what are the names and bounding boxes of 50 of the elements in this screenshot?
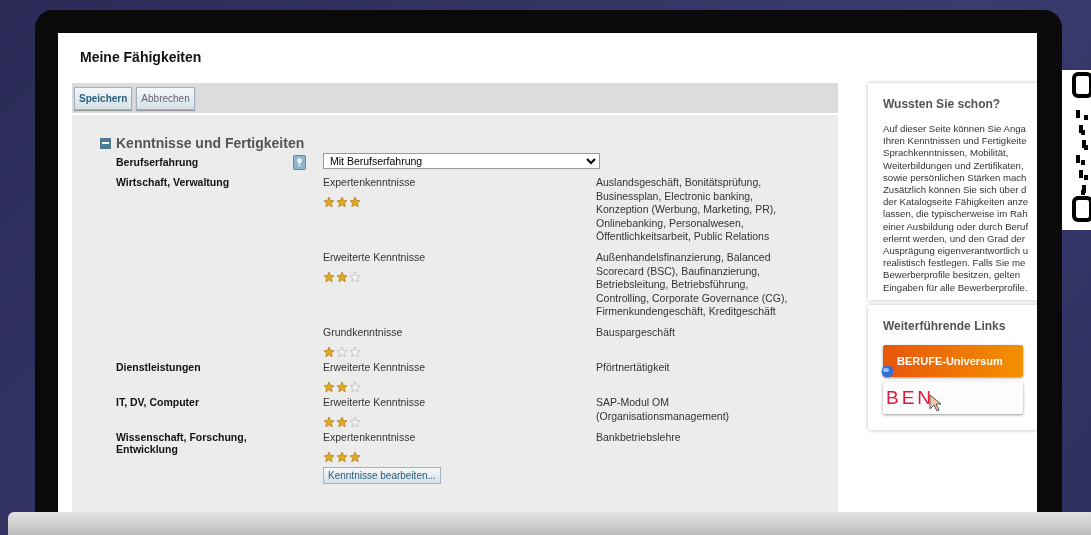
section-title: Kenntnisse und Fertigkeiten <box>116 135 305 151</box>
skill-level: Expertenkenntnisse <box>323 176 417 188</box>
edit-skills-button[interactable]: Kenntnisse bearbeiten... <box>323 466 441 484</box>
page-title: Meine Fähigkeiten <box>79 48 203 67</box>
info-text: Auf dieser Seite können Sie Anga Ihren Kenntnissen und Fertigkeite Sprachkenntnissen, Mobilität, Weiterbildungen und Zertifikaten, sowie persönlichen Stärken mach Zusätzlich können Sie sich über d der Katalogseite Fähigkeiten anze lassen, die typischerweise im Rah einer Ausbildung oder durch Beruf erlernt werden, und den Grad der Ausprägung eigenverantwortlich u realistisch festlegen. Falls Sie me Bewerberprofile besitzen, gelten Eingaben für alle Bewerberprofile. <box>883 123 1030 294</box>
category-label: Wirtschaft, Verwaltung <box>116 176 230 188</box>
category-label: IT, DV, Computer <box>116 395 200 408</box>
skill-level: Erweiterte Kenntnisse <box>323 395 427 408</box>
star-icon <box>336 380 348 393</box>
skill-list: Pförtnertätigkeit <box>596 357 792 393</box>
star-icon <box>323 380 335 393</box>
star-icon <box>336 415 348 428</box>
skill-level: Expertenkenntnisse <box>323 430 417 443</box>
field-label: Berufserfahrung <box>116 156 199 168</box>
collapse-icon[interactable] <box>100 137 111 149</box>
star-icon <box>323 270 335 283</box>
star-icon <box>323 450 335 463</box>
skill-level: Erweiterte Kenntnisse <box>323 250 427 263</box>
cursor-icon <box>929 393 943 412</box>
star-icon <box>349 415 361 428</box>
skill-level: Erweiterte Kenntnisse <box>323 360 427 373</box>
star-icon <box>336 270 348 283</box>
skill-list: Bankbetriebslehre <box>596 427 792 484</box>
cancel-button[interactable]: Abbrechen <box>136 86 195 110</box>
skill-list: SAP-Modul OM (Organisationsmanagement) <box>596 392 792 428</box>
skill-list: Auslandsgeschäft, Bonitätsprüfung, Businessplan, Electronic banking, Konzeption (Werbung, Marketing, PR), Onlinebanking, Personalwesen, Öffentlichkeitsarbeit, Public Relations <box>596 173 792 248</box>
star-icon <box>349 345 361 358</box>
ben-link[interactable]: BEN <box>883 381 1023 414</box>
star-icon <box>349 450 361 463</box>
berufe-link[interactable]: BERUFE-Universum <box>883 344 1023 377</box>
star-icon <box>336 450 348 463</box>
category-label: Dienstleistungen <box>116 360 201 373</box>
skill-level: Grundkenntnisse <box>323 325 404 338</box>
category-label: Wissenschaft, Forschung, Entwicklung <box>116 430 247 455</box>
star-icon <box>349 270 361 283</box>
star-icon <box>323 345 335 358</box>
experience-select[interactable]: Mit Berufserfahrung <box>323 153 600 169</box>
card-title: Weiterführende Links <box>883 318 1007 333</box>
star-icon <box>323 196 335 208</box>
star-icon <box>336 345 348 358</box>
star-icon <box>349 196 361 208</box>
star-icon <box>323 415 335 428</box>
star-icon <box>349 380 361 393</box>
star-icon <box>336 196 348 208</box>
card-title: Wussten Sie schon? <box>883 97 1002 111</box>
globe-icon <box>881 364 894 378</box>
skill-list: Bauspargeschäft <box>596 322 792 358</box>
save-button[interactable]: Speichern <box>74 86 133 110</box>
skill-list: Außenhandelsfinanzierung, Balanced Scorecard (BSC), Baufinanzierung, Betriebsleitung, Betriebsführung, Controlling, Corporate Governance (CG), Firmenkundengeschäft, Kreditgeschäft <box>596 247 792 323</box>
help-icon[interactable] <box>293 155 306 170</box>
